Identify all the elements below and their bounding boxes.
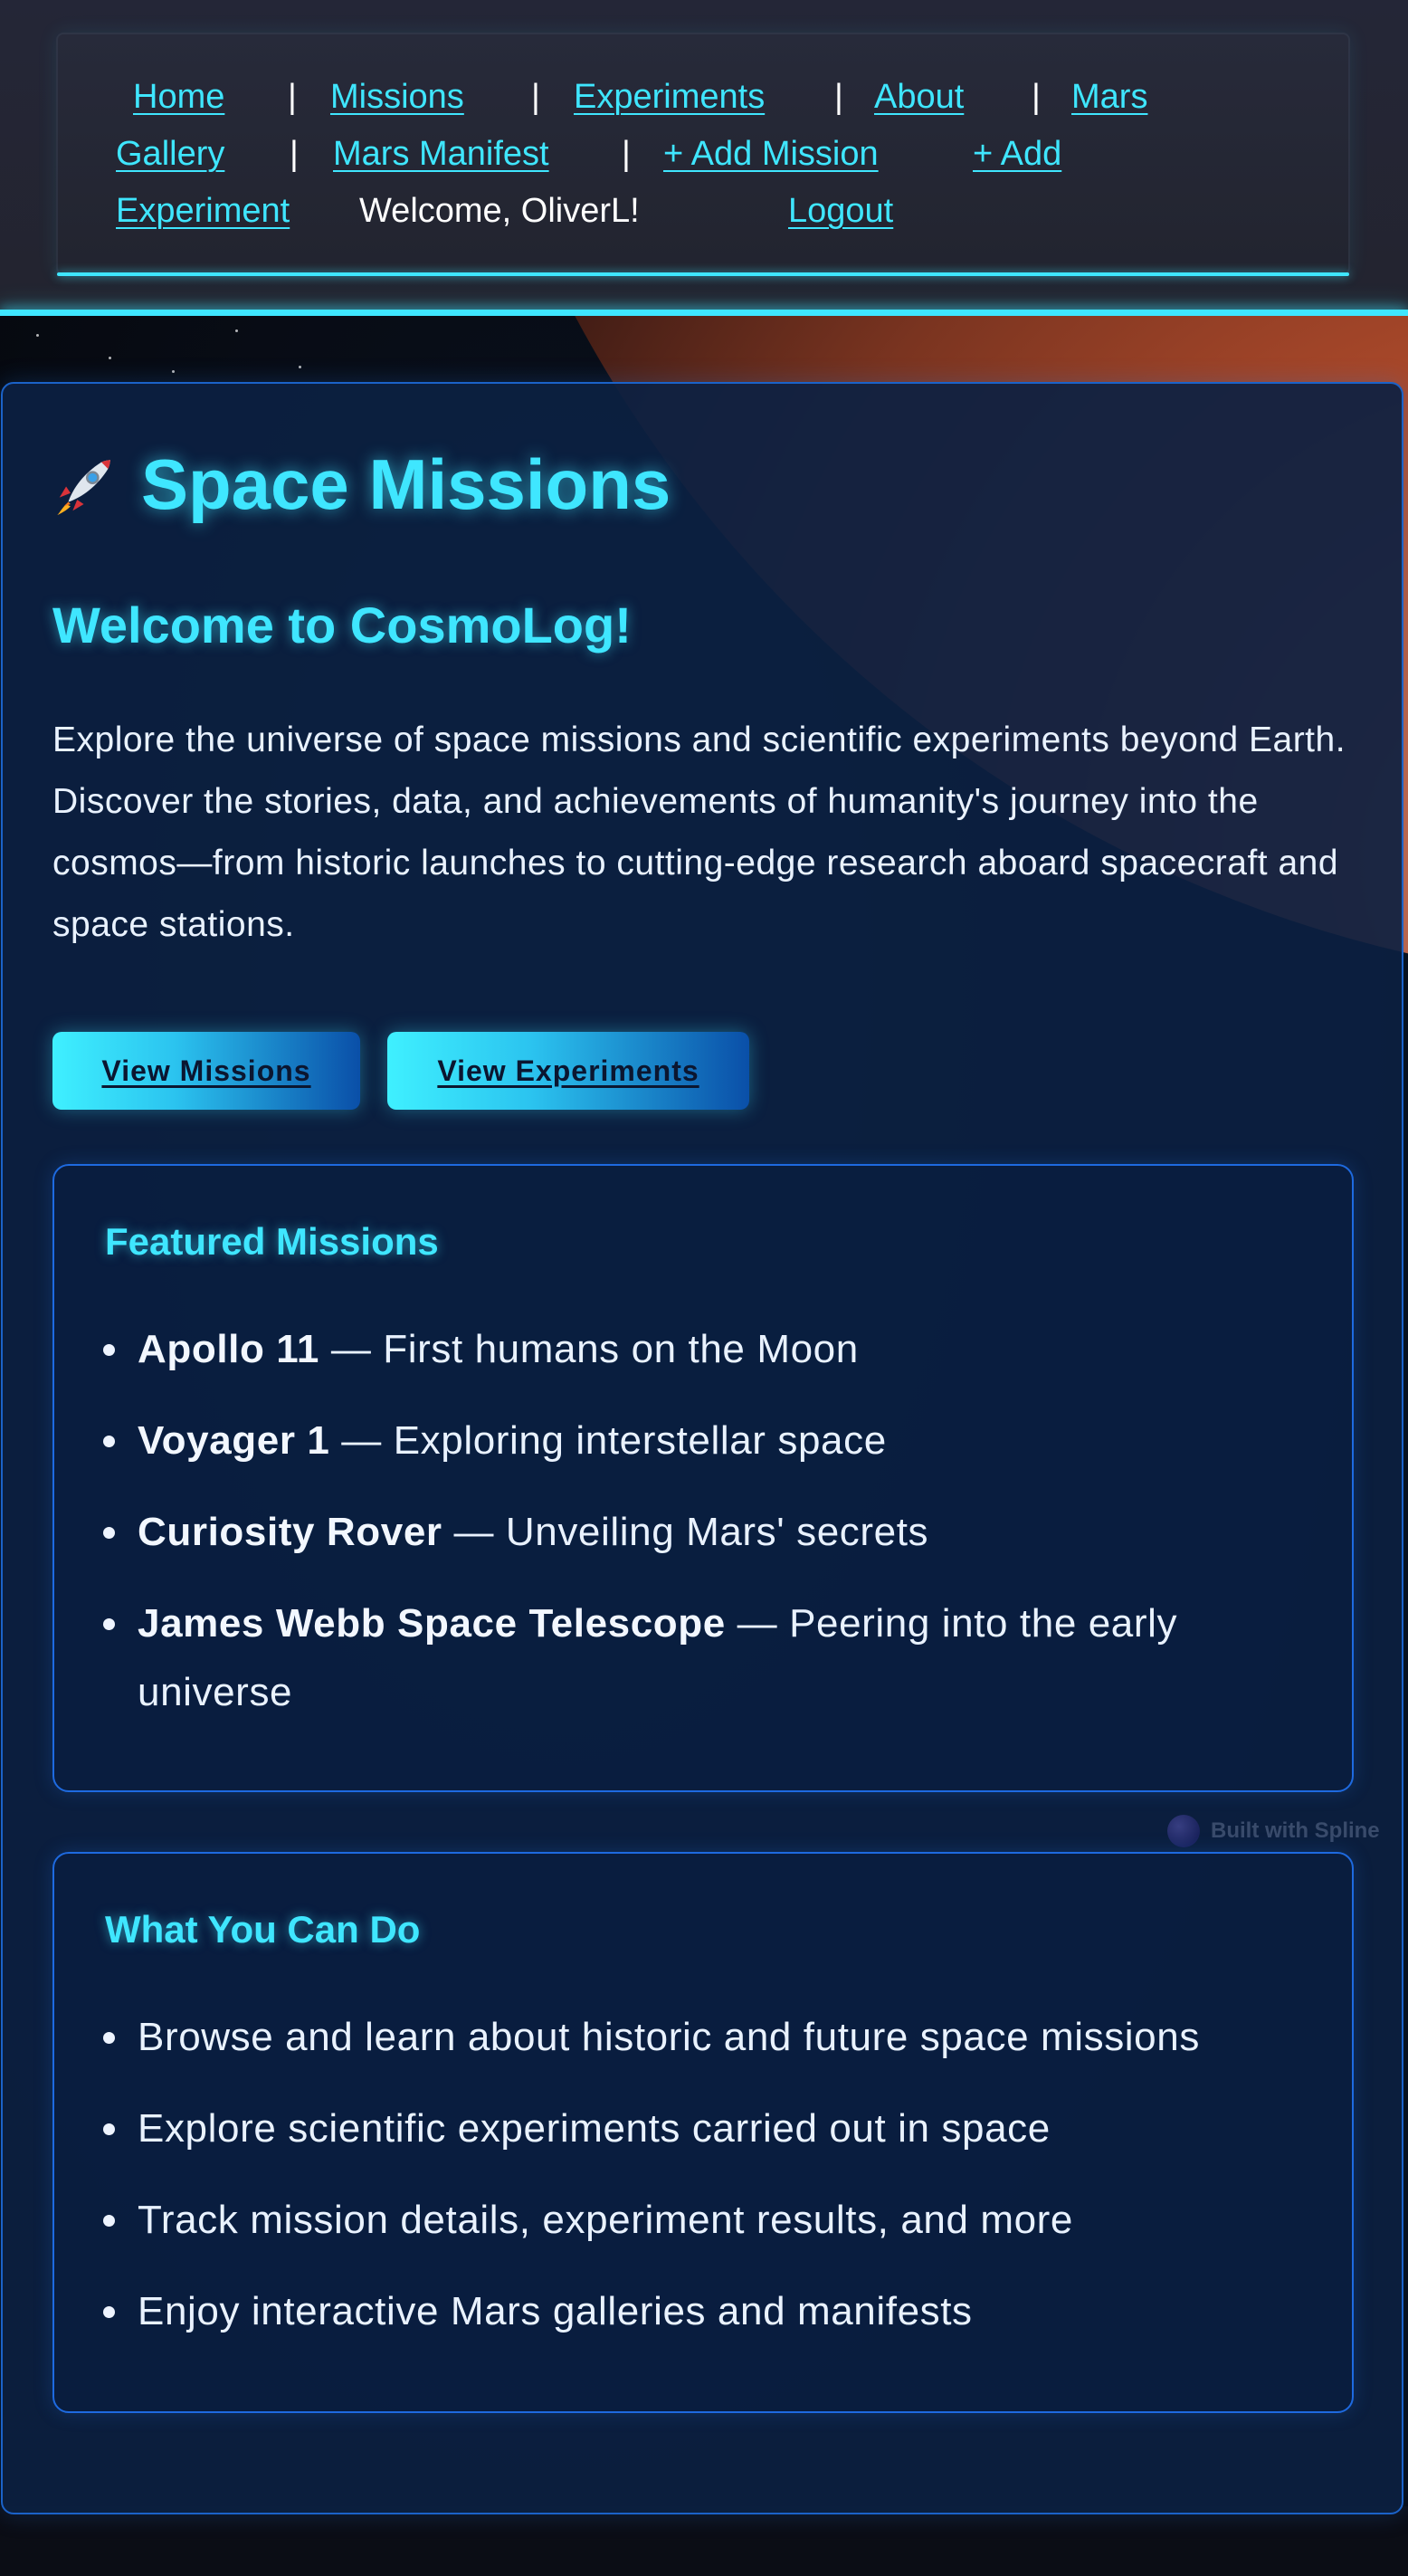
mission-name: James Webb Space Telescope	[138, 1601, 726, 1646]
star	[109, 357, 111, 359]
mission-name: Curiosity Rover	[138, 1510, 442, 1554]
mission-description: — First humans on the Moon	[319, 1327, 859, 1371]
what-you-can-do-heading: What You Can Do	[105, 1908, 421, 1951]
rocket-icon	[57, 460, 110, 516]
list-item: Voyager 1 — Exploring interstellar space	[138, 1407, 887, 1475]
nav-link-mars-manifest[interactable]: Mars Manifest	[333, 133, 549, 175]
nav-separator: |	[288, 78, 297, 116]
mission-description: — Exploring interstellar space	[329, 1418, 887, 1463]
welcome-heading: Welcome to CosmoLog!	[52, 596, 632, 654]
mission-description: — Peering into the early	[725, 1601, 1178, 1646]
list-bullet	[103, 2215, 115, 2227]
page-title-text: Space Missions	[141, 444, 671, 524]
nav-link-experiments[interactable]: Experiments	[574, 76, 765, 118]
spline-logo-icon	[1167, 1815, 1200, 1847]
list-bullet	[103, 1436, 115, 1447]
list-bullet	[103, 2032, 115, 2044]
nav-link-home[interactable]: Home	[133, 76, 224, 118]
page-title: Space Missions	[51, 444, 671, 525]
star	[299, 366, 301, 368]
spline-badge-text: Built with Spline	[1211, 1818, 1380, 1843]
header-divider	[0, 310, 1408, 316]
nav-link-logout[interactable]: Logout	[788, 190, 893, 232]
list-item: Track mission details, experiment result…	[138, 2198, 1074, 2242]
nav-underline	[57, 272, 1349, 276]
nav-link-missions[interactable]: Missions	[330, 76, 464, 118]
list-item: Enjoy interactive Mars galleries and man…	[138, 2289, 973, 2333]
nav-separator: |	[622, 135, 631, 173]
star	[36, 334, 39, 337]
list-bullet	[103, 2123, 115, 2135]
list-bullet	[103, 1344, 115, 1356]
nav-link-mars-gallery[interactable]: Gallery	[116, 133, 224, 175]
page: Home | Missions | Experiments | About | …	[0, 0, 1408, 2576]
site-header: Home | Missions | Experiments | About | …	[0, 0, 1408, 311]
list-item: Browse and learn about historic and futu…	[138, 2015, 1200, 2059]
mission-name: Voyager 1	[138, 1418, 330, 1463]
list-item: Curiosity Rover — Unveiling Mars' secret…	[138, 1498, 928, 1567]
list-bullet	[103, 2306, 115, 2318]
nav-link-add-experiment[interactable]: + Add	[973, 133, 1061, 175]
featured-missions-heading: Featured Missions	[105, 1220, 439, 1263]
welcome-user-text: Welcome, OliverL!	[359, 192, 640, 230]
view-missions-label: View Missions	[101, 1054, 311, 1087]
nav-link-add-experiment[interactable]: Experiment	[116, 190, 290, 232]
mission-description: — Unveiling Mars' secrets	[442, 1510, 929, 1554]
list-bullet	[103, 1527, 115, 1539]
nav-separator: |	[834, 78, 843, 116]
mission-name: Apollo 11	[138, 1327, 319, 1371]
list-item: James Webb Space Telescope — Peering int…	[138, 1589, 1177, 1658]
view-experiments-button[interactable]: View Experiments	[387, 1032, 749, 1110]
list-item: Explore scientific experiments carried o…	[138, 2106, 1051, 2151]
view-experiments-label: View Experiments	[437, 1054, 699, 1087]
nav-link-mars-gallery[interactable]: Mars	[1071, 76, 1147, 118]
list-bullet	[103, 1618, 115, 1630]
built-with-spline-badge[interactable]: Built with Spline	[1167, 1815, 1380, 1847]
nav-separator: |	[290, 135, 299, 173]
intro-paragraph: Explore the universe of space missions a…	[52, 720, 1346, 944]
view-missions-button[interactable]: View Missions	[52, 1032, 360, 1110]
nav-link-about[interactable]: About	[874, 76, 964, 118]
list-item-continuation: universe	[138, 1670, 293, 1714]
nav-separator: |	[1032, 78, 1041, 116]
list-item: Apollo 11 — First humans on the Moon	[138, 1315, 859, 1384]
nav-separator: |	[531, 78, 540, 116]
nav-link-add-mission[interactable]: + Add Mission	[663, 133, 879, 175]
star	[235, 329, 238, 332]
star	[172, 370, 175, 373]
